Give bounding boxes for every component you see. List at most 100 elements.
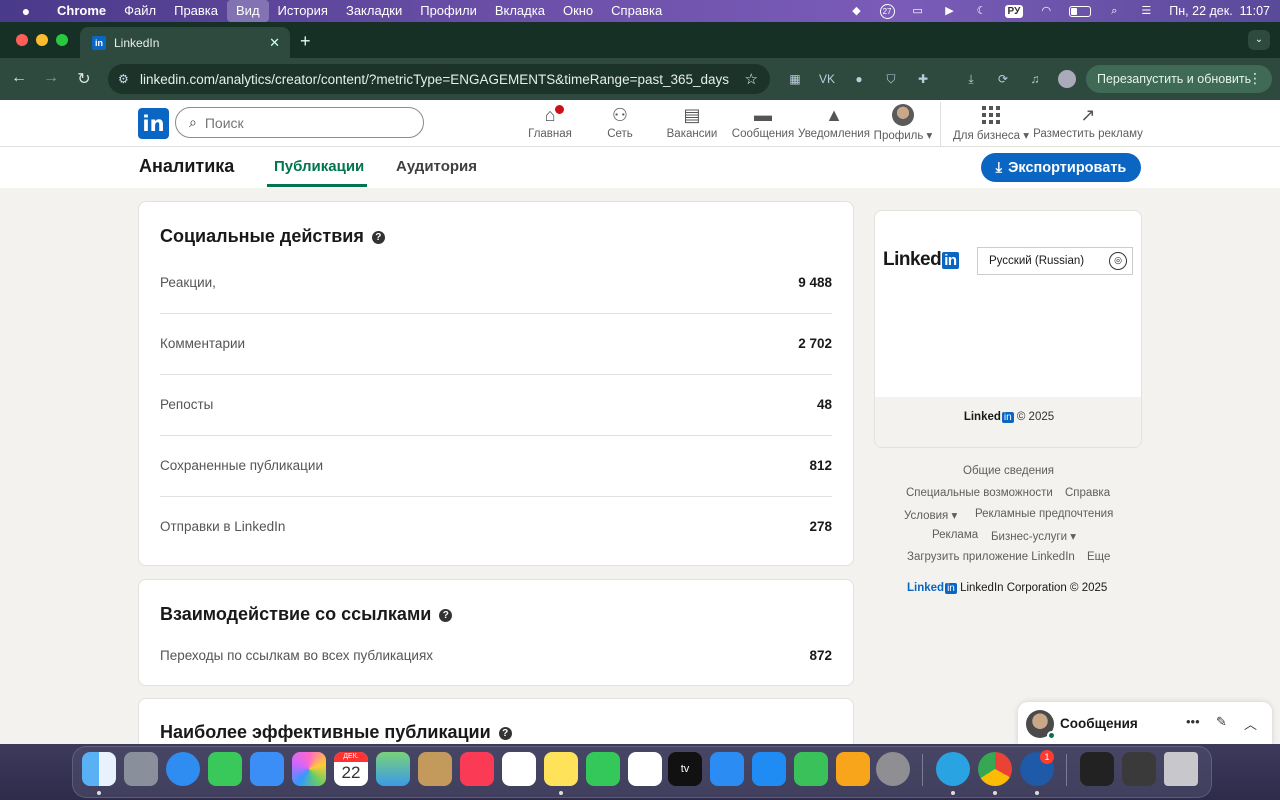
nav-advertise[interactable]: ↗ Разместить рекламу bbox=[1032, 104, 1144, 144]
relaunch-update-button[interactable]: Перезапустить и обновить ⋮ bbox=[1086, 65, 1272, 93]
menu-edit[interactable]: Правка bbox=[165, 0, 227, 22]
minimize-window-button[interactable] bbox=[36, 34, 48, 46]
menu-window[interactable]: Окно bbox=[554, 0, 602, 22]
address-url[interactable]: linkedin.com/analytics/creator/content/?… bbox=[140, 72, 729, 87]
nav-notifications[interactable]: ▲ Уведомления bbox=[798, 104, 870, 144]
nav-jobs[interactable]: ▤ Вакансии bbox=[660, 104, 724, 144]
music-icon[interactable] bbox=[460, 752, 494, 786]
menu-file[interactable]: Файл bbox=[115, 0, 165, 22]
close-tab-icon[interactable]: ✕ bbox=[269, 35, 280, 51]
moon-icon[interactable]: ☾ bbox=[973, 5, 991, 17]
reminders-icon[interactable] bbox=[502, 752, 536, 786]
numbers-icon[interactable] bbox=[794, 752, 828, 786]
notes-icon[interactable] bbox=[544, 752, 578, 786]
language-select[interactable]: Русский (Russian) ◎ bbox=[977, 247, 1133, 275]
menu-view[interactable]: Вид bbox=[227, 0, 269, 22]
close-window-button[interactable] bbox=[16, 34, 28, 46]
footer-link-get-app[interactable]: Загрузить приложение LinkedIn bbox=[907, 551, 1075, 563]
help-icon[interactable]: ? bbox=[439, 609, 453, 622]
help-icon[interactable]: ? bbox=[498, 727, 512, 740]
nav-profile[interactable]: Профиль ▾ bbox=[872, 104, 934, 144]
new-tab-icon[interactable]: + bbox=[300, 31, 311, 52]
linkedin-logo[interactable]: in bbox=[138, 108, 169, 139]
freeform-icon[interactable] bbox=[628, 752, 662, 786]
system-settings-icon[interactable] bbox=[876, 752, 910, 786]
tab-posts[interactable]: Публикации bbox=[274, 158, 364, 175]
menu-bookmarks[interactable]: Закладки bbox=[337, 0, 411, 22]
play-icon[interactable]: ▶ bbox=[941, 5, 959, 17]
menubar-clock[interactable]: Пн, 22 дек. 11:07 bbox=[1169, 4, 1270, 18]
launchpad-icon[interactable] bbox=[124, 752, 158, 786]
chevron-up-icon[interactable]: ︿ bbox=[1244, 714, 1257, 733]
safari-icon[interactable] bbox=[166, 752, 200, 786]
site-settings-icon[interactable]: ⚙ bbox=[118, 72, 136, 86]
keynote-icon[interactable] bbox=[710, 752, 744, 786]
control-center-icon[interactable]: ☰ bbox=[1137, 5, 1155, 17]
extension-map-icon[interactable]: ▦ bbox=[786, 70, 804, 88]
messages-icon[interactable] bbox=[208, 752, 242, 786]
pages-icon[interactable] bbox=[836, 752, 870, 786]
media-control-icon[interactable]: ♫ bbox=[1026, 70, 1044, 88]
facetime-icon[interactable] bbox=[586, 752, 620, 786]
notification-count-icon[interactable]: 27 bbox=[879, 3, 895, 19]
footer-link-more[interactable]: Еще bbox=[1087, 551, 1110, 563]
nav-business[interactable]: Для бизнеса ▾ bbox=[950, 104, 1032, 144]
mail-icon[interactable] bbox=[250, 752, 284, 786]
input-language[interactable]: РУ bbox=[1004, 4, 1024, 18]
fullscreen-window-button[interactable] bbox=[56, 34, 68, 46]
menu-help[interactable]: Справка bbox=[602, 0, 671, 22]
contacts-icon[interactable] bbox=[418, 752, 452, 786]
screen-mirror-icon[interactable]: ▭ bbox=[909, 5, 927, 17]
finder-icon[interactable] bbox=[82, 752, 116, 786]
recent-folder-icon[interactable] bbox=[1122, 752, 1156, 786]
help-icon[interactable]: ? bbox=[371, 231, 385, 244]
nav-network[interactable]: ⚇ Сеть bbox=[592, 104, 648, 144]
extension-shield-icon[interactable]: ⛉ bbox=[882, 70, 900, 88]
search-input[interactable] bbox=[204, 114, 395, 131]
more-options-icon[interactable]: ••• bbox=[1186, 714, 1200, 729]
bookmark-star-icon[interactable]: ☆ bbox=[745, 70, 758, 88]
menu-history[interactable]: История bbox=[269, 0, 337, 22]
wifi-icon[interactable]: ◠ bbox=[1037, 5, 1055, 17]
messaging-overlay[interactable]: Сообщения ••• ✎ ︿ bbox=[1018, 702, 1272, 744]
footer-link-help[interactable]: Справка bbox=[1065, 487, 1110, 499]
footer-link-accessibility[interactable]: Специальные возможности bbox=[906, 487, 1053, 499]
chrome-icon[interactable] bbox=[978, 752, 1012, 786]
browser-tab-linkedin[interactable]: in LinkedIn ✕ bbox=[80, 27, 290, 58]
telegram-icon[interactable] bbox=[936, 752, 970, 786]
spotlight-icon[interactable]: ⌕ bbox=[1105, 5, 1123, 17]
tab-search-chevron-icon[interactable]: ⌄ bbox=[1248, 30, 1270, 50]
photos-icon[interactable] bbox=[292, 752, 326, 786]
address-bar[interactable]: ⚙ linkedin.com/analytics/creator/content… bbox=[108, 64, 770, 94]
download-icon[interactable]: ⤓ bbox=[962, 70, 980, 88]
appletv-icon[interactable]: tv bbox=[668, 752, 702, 786]
footer-link-ad-preferences[interactable]: Рекламные предпочтения bbox=[975, 508, 1113, 520]
extensions-puzzle-icon[interactable]: ✚ bbox=[914, 70, 932, 88]
footer-link-business-services[interactable]: Бизнес-услуги ▾ bbox=[991, 529, 1076, 543]
apple-menu-icon[interactable]: ● bbox=[16, 3, 36, 19]
back-arrow-icon[interactable]: ← bbox=[9, 69, 29, 87]
linkedin-search[interactable]: ⌕ bbox=[175, 107, 424, 138]
recent-window-icon[interactable] bbox=[1080, 752, 1114, 786]
nav-home[interactable]: ⌂ Главная bbox=[520, 103, 580, 144]
nav-messages[interactable]: ▬ Сообщения bbox=[730, 104, 796, 144]
export-button[interactable]: ⤓ Экспортировать bbox=[981, 153, 1141, 182]
extension-vk-icon[interactable]: VK bbox=[818, 70, 836, 88]
extension-leaf-icon[interactable]: ● bbox=[850, 70, 868, 88]
trash-icon[interactable] bbox=[1164, 752, 1198, 786]
chrome-menu-icon[interactable]: ⋮ bbox=[1248, 70, 1262, 87]
calendar-icon[interactable]: ДЕК. 22 bbox=[334, 752, 368, 786]
profile-avatar-icon[interactable] bbox=[1058, 70, 1076, 88]
app-store-icon[interactable] bbox=[752, 752, 786, 786]
menu-app-name[interactable]: Chrome bbox=[48, 0, 115, 22]
gamepad-icon[interactable]: ◆ bbox=[848, 5, 866, 17]
footer-link-ads[interactable]: Реклама bbox=[932, 529, 978, 541]
compose-icon[interactable]: ✎ bbox=[1216, 714, 1227, 730]
footer-link-terms[interactable]: Условия ▾ bbox=[904, 508, 957, 522]
footer-link-about[interactable]: Общие сведения bbox=[963, 465, 1054, 477]
forward-arrow-icon[interactable]: → bbox=[41, 69, 61, 87]
sync-icon[interactable]: ⟳ bbox=[994, 70, 1012, 88]
maps-icon[interactable] bbox=[376, 752, 410, 786]
menu-tab[interactable]: Вкладка bbox=[486, 0, 554, 22]
battery-icon[interactable] bbox=[1069, 5, 1092, 17]
